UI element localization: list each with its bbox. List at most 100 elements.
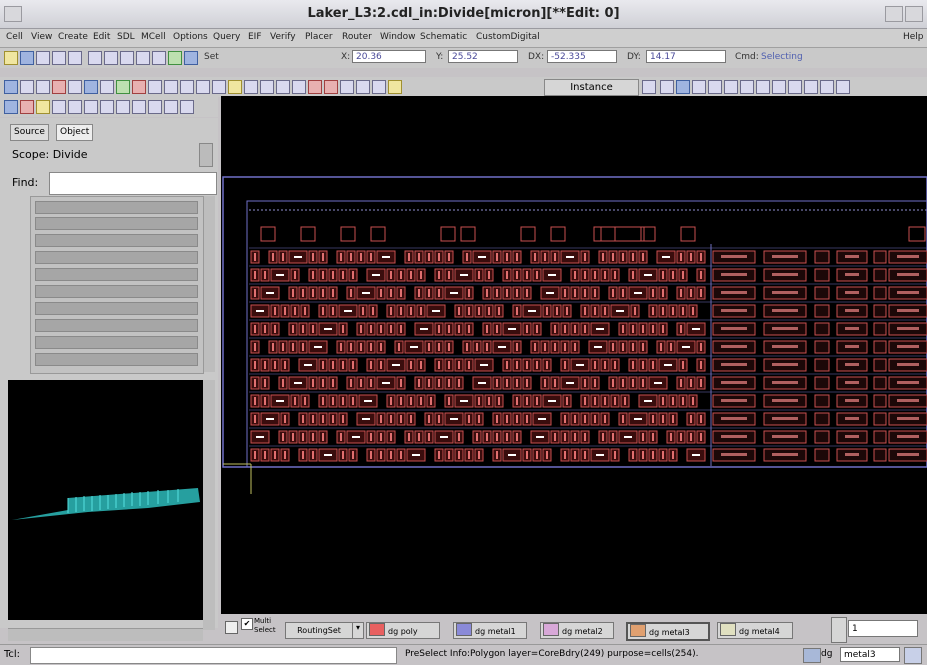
- tab-object[interactable]: Object: [56, 124, 94, 141]
- undo-icon[interactable]: [52, 51, 66, 65]
- redo-icon[interactable]: [68, 51, 82, 65]
- display-icon[interactable]: [692, 80, 706, 94]
- layer-metal4-button[interactable]: dg metal4: [717, 622, 793, 639]
- layer-metal2-button[interactable]: dg metal2: [540, 622, 614, 639]
- menu-edit[interactable]: Edit: [93, 32, 110, 42]
- dy-field[interactable]: 14.17: [646, 50, 726, 63]
- zoom-area-icon[interactable]: [136, 51, 150, 65]
- delete-icon[interactable]: [292, 80, 306, 94]
- search-icon[interactable]: [340, 80, 354, 94]
- dx-field[interactable]: -52.335: [547, 50, 617, 63]
- menu-window[interactable]: Window: [380, 32, 416, 42]
- y-coord-field[interactable]: 25.52: [448, 50, 518, 63]
- drc-icon[interactable]: [724, 80, 738, 94]
- multi-select-check[interactable]: ✔: [241, 618, 253, 630]
- hierarchy-icon[interactable]: [184, 51, 198, 65]
- close-button[interactable]: [905, 6, 923, 22]
- text-icon[interactable]: [180, 100, 194, 114]
- spinner-field[interactable]: 1: [848, 620, 918, 637]
- layer-menu-button[interactable]: [904, 647, 922, 664]
- overview-panel[interactable]: [8, 380, 203, 620]
- layout-canvas[interactable]: [221, 96, 927, 614]
- routingset-button[interactable]: RoutingSet: [285, 622, 353, 639]
- menu-cell[interactable]: Cell: [6, 32, 23, 42]
- menu-eif[interactable]: EIF: [248, 32, 262, 42]
- layer-metal3-button[interactable]: dg metal3: [626, 622, 710, 641]
- scope-scroll[interactable]: [199, 143, 213, 167]
- rect-icon[interactable]: [20, 80, 34, 94]
- select-icon[interactable]: [4, 80, 18, 94]
- chevron-down-icon[interactable]: ▾: [352, 622, 364, 639]
- minimize-button[interactable]: [885, 6, 903, 22]
- list-item[interactable]: [35, 201, 198, 214]
- stretch-icon[interactable]: [180, 80, 194, 94]
- tree-icon[interactable]: [4, 100, 18, 114]
- polygon-icon[interactable]: [36, 80, 50, 94]
- zoom-fit-icon[interactable]: [88, 51, 102, 65]
- cut-icon[interactable]: [276, 80, 290, 94]
- probe-icon[interactable]: [308, 80, 322, 94]
- lvs-icon[interactable]: [740, 80, 754, 94]
- layer-poly-button[interactable]: dg poly: [366, 622, 440, 639]
- highlight-icon[interactable]: [388, 80, 402, 94]
- spinner-arrows[interactable]: [831, 617, 847, 643]
- find-input[interactable]: [49, 172, 217, 195]
- list-item[interactable]: [35, 302, 198, 315]
- instance-icon[interactable]: [100, 80, 114, 94]
- label-icon[interactable]: [116, 80, 130, 94]
- filter-icon[interactable]: [116, 100, 130, 114]
- menu-create[interactable]: Create: [58, 32, 88, 42]
- expand-icon[interactable]: [148, 100, 162, 114]
- sort-icon[interactable]: [100, 100, 114, 114]
- list-item[interactable]: [35, 319, 198, 332]
- group-icon[interactable]: [52, 100, 66, 114]
- list-item[interactable]: [35, 285, 198, 298]
- menu-customdigital[interactable]: CustomDigital: [476, 32, 540, 42]
- flatten-icon[interactable]: [244, 80, 258, 94]
- via-icon[interactable]: [84, 80, 98, 94]
- net-icon[interactable]: [36, 100, 50, 114]
- wire-icon[interactable]: [68, 80, 82, 94]
- align-icon[interactable]: [228, 80, 242, 94]
- rotate-icon[interactable]: [196, 80, 210, 94]
- report-icon[interactable]: [788, 80, 802, 94]
- snap-icon[interactable]: [676, 80, 690, 94]
- tcl-input[interactable]: [30, 647, 397, 664]
- extract-icon[interactable]: [756, 80, 770, 94]
- menu-help[interactable]: Help: [903, 32, 924, 42]
- move-icon[interactable]: [148, 80, 162, 94]
- grid-icon[interactable]: [660, 80, 674, 94]
- zoom-in-icon[interactable]: [104, 51, 118, 65]
- overview-hscroll[interactable]: [8, 628, 203, 641]
- refresh-icon[interactable]: [820, 80, 834, 94]
- print-icon[interactable]: [36, 51, 50, 65]
- tag-icon[interactable]: [164, 100, 178, 114]
- copy-icon[interactable]: [164, 80, 178, 94]
- menu-router[interactable]: Router: [342, 32, 372, 42]
- mirror-icon[interactable]: [212, 80, 226, 94]
- open-icon[interactable]: [4, 51, 18, 65]
- menu-verify[interactable]: Verify: [270, 32, 296, 42]
- window-menu-button[interactable]: [4, 6, 22, 22]
- list-scrollbar[interactable]: [203, 196, 215, 372]
- collapse-icon[interactable]: [132, 100, 146, 114]
- layer-icon[interactable]: [168, 51, 182, 65]
- list-item[interactable]: [35, 251, 198, 264]
- menu-query[interactable]: Query: [213, 32, 240, 42]
- pan-icon[interactable]: [152, 51, 166, 65]
- list-item[interactable]: [35, 268, 198, 281]
- save-icon[interactable]: [20, 51, 34, 65]
- netlist-icon[interactable]: [772, 80, 786, 94]
- menu-sdl[interactable]: SDL: [117, 32, 135, 42]
- pin-icon[interactable]: [20, 100, 34, 114]
- palette-icon[interactable]: [708, 80, 722, 94]
- lock-icon[interactable]: [372, 80, 386, 94]
- menu-schematic[interactable]: Schematic: [420, 32, 467, 42]
- list-item[interactable]: [35, 217, 198, 230]
- layer-metal1-button[interactable]: dg metal1: [453, 622, 527, 639]
- list-item[interactable]: [35, 234, 198, 247]
- path-icon[interactable]: [52, 80, 66, 94]
- menu-view[interactable]: View: [31, 32, 52, 42]
- menu-placer[interactable]: Placer: [305, 32, 333, 42]
- pencil-icon[interactable]: [324, 80, 338, 94]
